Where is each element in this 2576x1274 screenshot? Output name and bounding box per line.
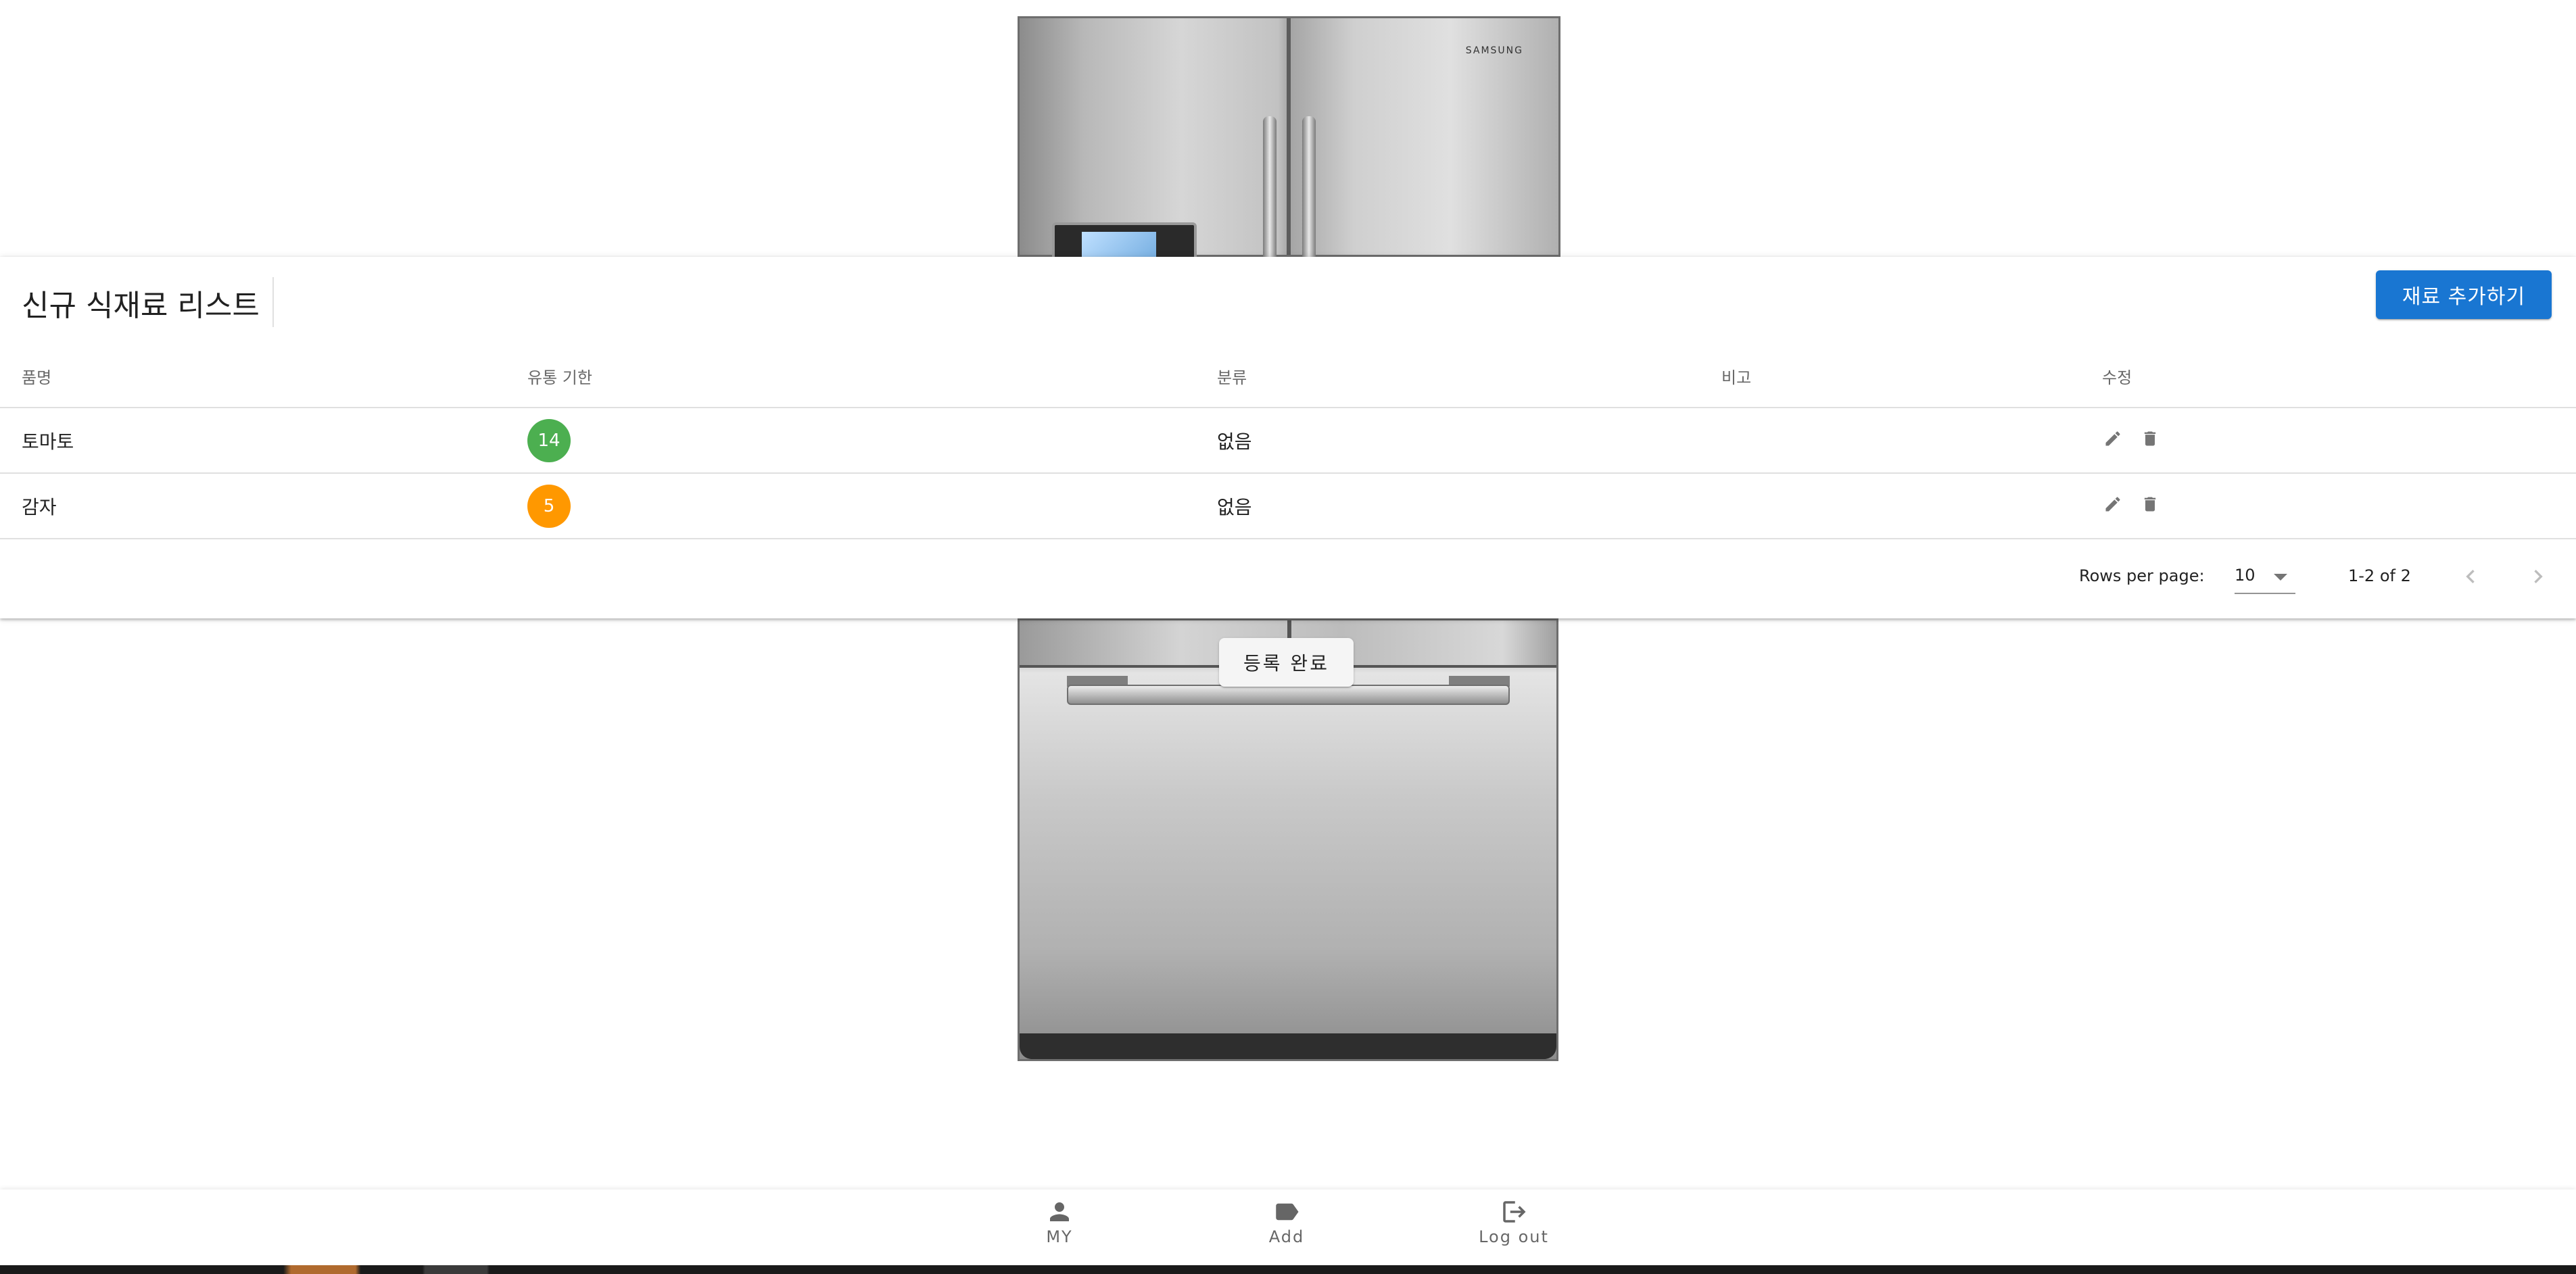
nav-item-label: Log out — [1479, 1227, 1549, 1246]
fridge-image-top: SAMSUNG — [1018, 16, 1560, 272]
cell-expiry: 14 — [527, 408, 1217, 474]
nav-item-label: MY — [1046, 1227, 1073, 1246]
nav-item-add[interactable]: Add — [1219, 1195, 1354, 1263]
taskbar-strip — [0, 1265, 2576, 1274]
cell-actions — [2102, 473, 2576, 539]
pagination-range: 1-2 of 2 — [2348, 566, 2411, 585]
column-header-edit: 수정 — [2102, 345, 2576, 408]
register-complete-button[interactable]: 등록 완료 — [1219, 638, 1354, 687]
fridge-brand-logo: SAMSUNG — [1465, 45, 1523, 56]
nav-item-logout[interactable]: Log out — [1446, 1195, 1581, 1263]
rows-per-page-label: Rows per page: — [2079, 566, 2205, 585]
fridge-drawer-handle — [1067, 685, 1510, 705]
delete-icon[interactable] — [2139, 428, 2161, 449]
cell-actions — [2102, 408, 2576, 474]
bottom-navigation: MY Add Log out — [0, 1190, 2576, 1265]
caret-down-icon — [2274, 574, 2287, 581]
ingredient-table: 품명 유통 기한 분류 비고 수정 토마토 14 없음 감자 5 없음 — [0, 345, 2576, 539]
app-root: SAMSUNG 신규 식재료 리스트 재료 추가하기 품명 유통 기한 분류 비… — [0, 0, 2576, 1274]
add-ingredient-button[interactable]: 재료 추가하기 — [2376, 270, 2552, 319]
expiry-chip: 5 — [527, 484, 571, 528]
rows-per-page-value: 10 — [2235, 566, 2256, 585]
cell-category: 없음 — [1217, 408, 1721, 474]
table-title: 신규 식재료 리스트 — [22, 289, 260, 323]
column-header-note[interactable]: 비고 — [1721, 345, 2102, 408]
nav-item-my[interactable]: MY — [992, 1195, 1127, 1263]
fridge-handle-left — [1263, 116, 1277, 265]
table-row: 감자 5 없음 — [0, 473, 2576, 539]
table-pagination: Rows per page: 10 1-2 of 2 — [0, 536, 2576, 618]
nav-item-label: Add — [1268, 1227, 1305, 1246]
ingredient-table-card: 신규 식재료 리스트 재료 추가하기 품명 유통 기한 분류 비고 수정 토마토… — [0, 257, 2576, 618]
edit-icon[interactable] — [2102, 428, 2124, 449]
table-toolbar: 신규 식재료 리스트 재료 추가하기 — [0, 257, 2576, 345]
cell-expiry: 5 — [527, 473, 1217, 539]
column-header-category[interactable]: 분류 — [1217, 345, 1721, 408]
cell-name: 토마토 — [0, 408, 527, 474]
logout-icon — [1503, 1201, 1526, 1223]
cell-note — [1721, 473, 2102, 539]
edit-icon[interactable] — [2102, 493, 2124, 515]
person-icon — [1050, 1202, 1069, 1221]
cell-category: 없음 — [1217, 473, 1721, 539]
next-page-button[interactable] — [2518, 556, 2558, 597]
chevron-left-icon — [2466, 570, 2475, 583]
chevron-right-icon — [2534, 570, 2543, 583]
cell-name: 감자 — [0, 473, 527, 539]
column-header-expiry[interactable]: 유통 기한 — [527, 345, 1217, 408]
previous-page-button[interactable] — [2450, 556, 2491, 597]
label-icon — [1276, 1203, 1299, 1221]
delete-icon[interactable] — [2139, 493, 2161, 515]
table-header-row: 품명 유통 기한 분류 비고 수정 — [0, 345, 2576, 408]
title-divider — [272, 277, 274, 327]
rows-per-page-select[interactable]: 10 — [2235, 560, 2295, 594]
cell-note — [1721, 408, 2102, 474]
fridge-handle-right — [1302, 116, 1316, 265]
table-row: 토마토 14 없음 — [0, 408, 2576, 474]
fridge-door-seam — [1287, 18, 1291, 255]
expiry-chip: 14 — [527, 418, 571, 462]
column-header-name[interactable]: 품명 — [0, 345, 527, 408]
fridge-base — [1020, 1033, 1556, 1059]
